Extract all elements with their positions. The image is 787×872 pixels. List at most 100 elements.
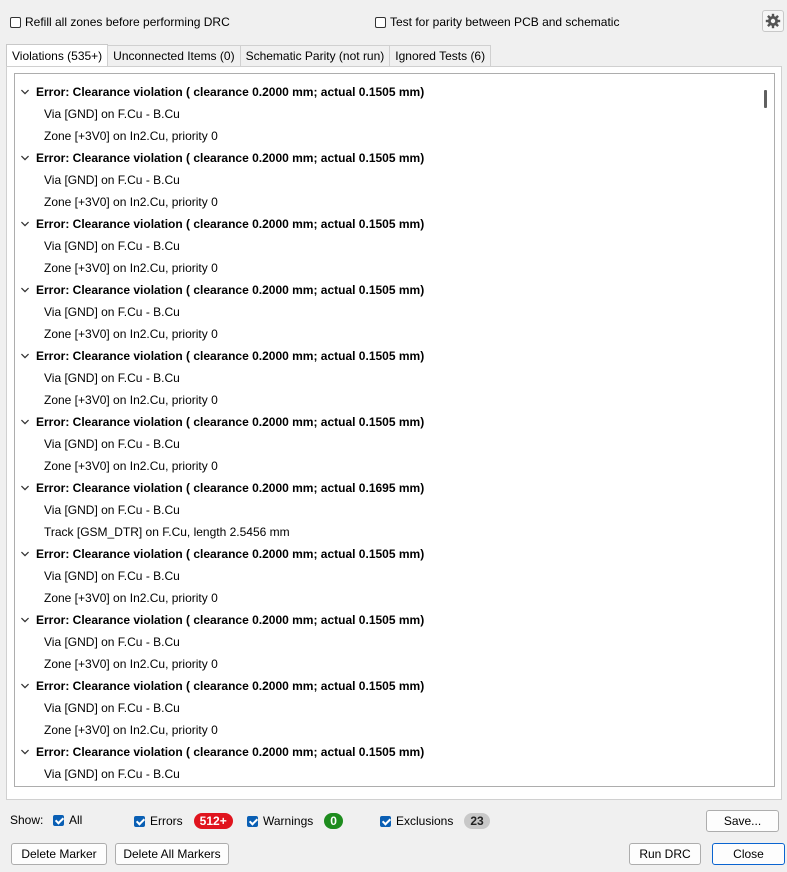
- violation-item-text: Zone [+3V0] on In2.Cu, priority 0: [44, 723, 218, 737]
- violation-item-text: Zone [+3V0] on In2.Cu, priority 0: [44, 459, 218, 473]
- violation-row[interactable]: Error: Clearance violation ( clearance 0…: [15, 345, 774, 367]
- refill-zones-checkbox[interactable]: [10, 16, 21, 28]
- settings-button[interactable]: [762, 10, 784, 32]
- violation-item-row[interactable]: Via [GND] on F.Cu - B.Cu: [15, 631, 774, 653]
- filter-exclusions[interactable]: Exclusions 23: [380, 813, 490, 829]
- violation-item-text: Via [GND] on F.Cu - B.Cu: [44, 239, 180, 253]
- violation-item-text: Zone [+3V0] on In2.Cu, priority 0: [44, 657, 218, 671]
- tab-schematic-parity[interactable]: Schematic Parity (not run): [239, 45, 391, 66]
- violation-title: Error: Clearance violation ( clearance 0…: [36, 745, 425, 759]
- violation-item-row[interactable]: Track [GSM_DTR] on F.Cu, length 2.5456 m…: [15, 521, 774, 543]
- violation-item-text: Zone [+3V0] on In2.Cu, priority 0: [44, 261, 218, 275]
- parity-test-label: Test for parity between PCB and schemati…: [390, 15, 620, 29]
- chevron-down-icon[interactable]: [21, 286, 29, 294]
- violation-title: Error: Clearance violation ( clearance 0…: [36, 283, 425, 297]
- all-label: All: [69, 813, 83, 827]
- scrollbar-thumb[interactable]: [764, 90, 767, 108]
- violation-item-row[interactable]: Zone [+3V0] on In2.Cu, priority 0: [15, 125, 774, 147]
- violation-row[interactable]: Error: Clearance violation ( clearance 0…: [15, 147, 774, 169]
- violation-item-text: Zone [+3V0] on In2.Cu, priority 0: [44, 129, 218, 143]
- violation-item-row[interactable]: Via [GND] on F.Cu - B.Cu: [15, 169, 774, 191]
- errors-checkbox[interactable]: [134, 815, 145, 827]
- warnings-checkbox[interactable]: [247, 815, 258, 827]
- gear-icon: [765, 13, 781, 29]
- chevron-down-icon[interactable]: [21, 352, 29, 360]
- violation-row[interactable]: Error: Clearance violation ( clearance 0…: [15, 675, 774, 697]
- filter-warnings[interactable]: Warnings 0: [247, 813, 343, 829]
- warnings-count-badge: 0: [324, 813, 343, 829]
- violation-item-text: Via [GND] on F.Cu - B.Cu: [44, 635, 180, 649]
- violation-item-row[interactable]: Zone [+3V0] on In2.Cu, priority 0: [15, 389, 774, 411]
- filter-all[interactable]: All: [53, 813, 82, 827]
- violation-row[interactable]: Error: Clearance violation ( clearance 0…: [15, 81, 774, 103]
- violation-item-text: Via [GND] on F.Cu - B.Cu: [44, 437, 180, 451]
- violation-item-row[interactable]: Via [GND] on F.Cu - B.Cu: [15, 763, 774, 785]
- violation-item-row[interactable]: Via [GND] on F.Cu - B.Cu: [15, 235, 774, 257]
- filter-errors[interactable]: Errors 512+: [134, 813, 233, 829]
- show-label: Show:: [10, 813, 43, 827]
- violation-row[interactable]: Error: Clearance violation ( clearance 0…: [15, 477, 774, 499]
- violations-tree[interactable]: Error: Clearance violation ( clearance 0…: [14, 73, 775, 787]
- save-button[interactable]: Save...: [706, 810, 779, 832]
- tab-violations[interactable]: Violations (535+): [6, 44, 109, 66]
- close-button[interactable]: Close: [712, 843, 785, 865]
- violation-title: Error: Clearance violation ( clearance 0…: [36, 151, 425, 165]
- parity-test-option[interactable]: Test for parity between PCB and schemati…: [375, 15, 619, 29]
- chevron-down-icon[interactable]: [21, 682, 29, 690]
- violation-item-text: Via [GND] on F.Cu - B.Cu: [44, 767, 180, 781]
- delete-marker-button[interactable]: Delete Marker: [11, 843, 107, 865]
- violation-item-text: Via [GND] on F.Cu - B.Cu: [44, 305, 180, 319]
- violation-title: Error: Clearance violation ( clearance 0…: [36, 349, 425, 363]
- violation-item-text: Via [GND] on F.Cu - B.Cu: [44, 569, 180, 583]
- violation-item-row[interactable]: Zone [+3V0] on In2.Cu, priority 0: [15, 257, 774, 279]
- violation-item-row[interactable]: Zone [+3V0] on In2.Cu, priority 0: [15, 323, 774, 345]
- violation-item-row[interactable]: Zone [+3V0] on In2.Cu, priority 0: [15, 653, 774, 675]
- violation-item-row[interactable]: Zone [+3V0] on In2.Cu, priority 0: [15, 455, 774, 477]
- violation-item-row[interactable]: Via [GND] on F.Cu - B.Cu: [15, 499, 774, 521]
- violation-item-text: Zone [+3V0] on In2.Cu, priority 0: [44, 393, 218, 407]
- violation-item-text: Track [GSM_DTR] on F.Cu, length 2.5456 m…: [44, 525, 290, 539]
- refill-zones-option[interactable]: Refill all zones before performing DRC: [10, 15, 230, 29]
- exclusions-checkbox[interactable]: [380, 815, 391, 827]
- chevron-down-icon[interactable]: [21, 550, 29, 558]
- violation-row[interactable]: Error: Clearance violation ( clearance 0…: [15, 741, 774, 763]
- chevron-down-icon[interactable]: [21, 154, 29, 162]
- violation-row[interactable]: Error: Clearance violation ( clearance 0…: [15, 411, 774, 433]
- violation-title: Error: Clearance violation ( clearance 0…: [36, 85, 425, 99]
- chevron-down-icon[interactable]: [21, 484, 29, 492]
- violation-item-row[interactable]: Via [GND] on F.Cu - B.Cu: [15, 433, 774, 455]
- exclusions-label: Exclusions: [396, 814, 454, 828]
- chevron-down-icon[interactable]: [21, 748, 29, 756]
- violation-row[interactable]: Error: Clearance violation ( clearance 0…: [15, 609, 774, 631]
- violation-row[interactable]: Error: Clearance violation ( clearance 0…: [15, 279, 774, 301]
- violation-item-row[interactable]: Via [GND] on F.Cu - B.Cu: [15, 367, 774, 389]
- chevron-down-icon[interactable]: [21, 220, 29, 228]
- violation-item-row[interactable]: Via [GND] on F.Cu - B.Cu: [15, 103, 774, 125]
- chevron-down-icon[interactable]: [21, 418, 29, 426]
- delete-all-markers-button[interactable]: Delete All Markers: [115, 843, 229, 865]
- chevron-down-icon[interactable]: [21, 616, 29, 624]
- violation-item-row[interactable]: Via [GND] on F.Cu - B.Cu: [15, 565, 774, 587]
- violation-item-row[interactable]: Via [GND] on F.Cu - B.Cu: [15, 697, 774, 719]
- violation-item-row[interactable]: Zone [+3V0] on In2.Cu, priority 0: [15, 587, 774, 609]
- violation-title: Error: Clearance violation ( clearance 0…: [36, 679, 425, 693]
- all-checkbox[interactable]: [53, 814, 64, 826]
- violation-item-row[interactable]: Zone [+3V0] on In2.Cu, priority 0: [15, 191, 774, 213]
- violation-title: Error: Clearance violation ( clearance 0…: [36, 613, 425, 627]
- tab-ignored-tests[interactable]: Ignored Tests (6): [389, 45, 492, 66]
- run-drc-button[interactable]: Run DRC: [629, 843, 701, 865]
- chevron-down-icon[interactable]: [21, 88, 29, 96]
- tab-unconnected-items[interactable]: Unconnected Items (0): [107, 45, 241, 66]
- violation-item-text: Via [GND] on F.Cu - B.Cu: [44, 503, 180, 517]
- violation-item-row[interactable]: Via [GND] on F.Cu - B.Cu: [15, 301, 774, 323]
- violation-item-text: Via [GND] on F.Cu - B.Cu: [44, 107, 180, 121]
- parity-test-checkbox[interactable]: [375, 16, 386, 28]
- vertical-scrollbar[interactable]: [757, 74, 774, 786]
- violation-item-row[interactable]: Zone [+3V0] on In2.Cu, priority 0: [15, 785, 774, 786]
- violation-row[interactable]: Error: Clearance violation ( clearance 0…: [15, 543, 774, 565]
- violation-row[interactable]: Error: Clearance violation ( clearance 0…: [15, 213, 774, 235]
- violation-item-row[interactable]: Zone [+3V0] on In2.Cu, priority 0: [15, 719, 774, 741]
- errors-count-badge: 512+: [193, 813, 233, 829]
- violation-title: Error: Clearance violation ( clearance 0…: [36, 415, 425, 429]
- violation-item-text: Via [GND] on F.Cu - B.Cu: [44, 173, 180, 187]
